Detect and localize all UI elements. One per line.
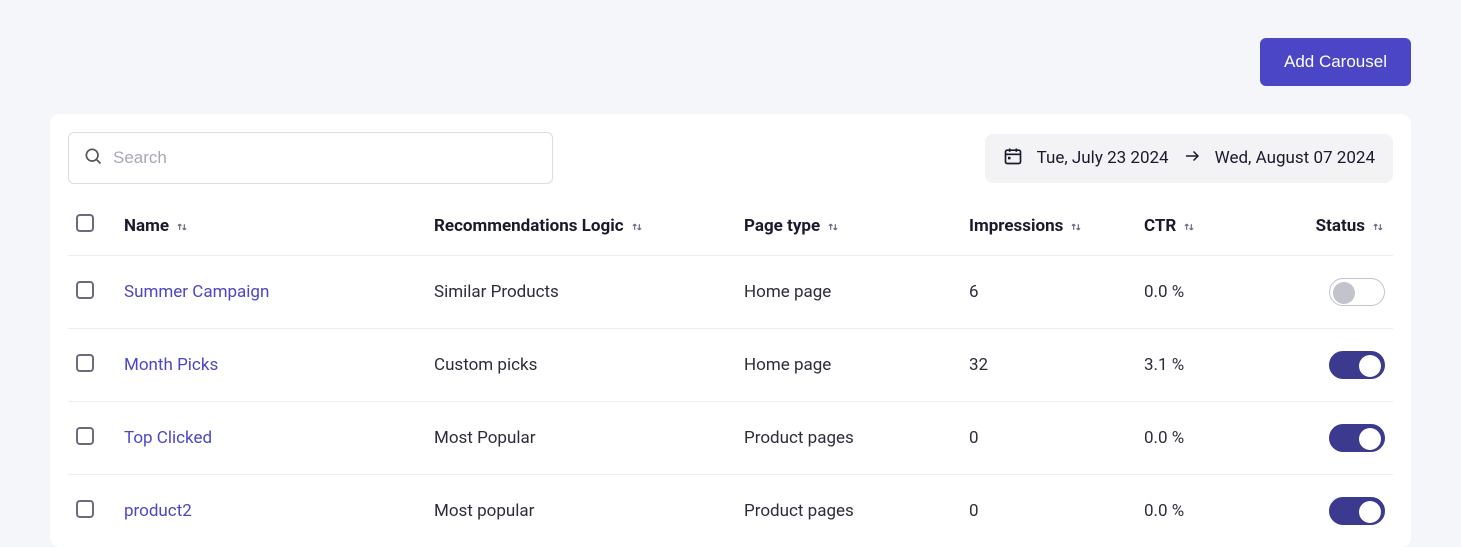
carousel-panel: Tue, July 23 2024 Wed, August 07 2024 <box>50 114 1411 547</box>
column-header-ctr[interactable]: CTR <box>1136 196 1296 256</box>
sort-icon <box>1371 219 1385 233</box>
table-row: Month PicksCustom picksHome page323.1 % <box>68 329 1393 402</box>
date-range-picker[interactable]: Tue, July 23 2024 Wed, August 07 2024 <box>985 134 1393 183</box>
row-checkbox[interactable] <box>76 281 94 299</box>
row-checkbox[interactable] <box>76 354 94 372</box>
status-toggle[interactable] <box>1329 424 1385 452</box>
cell-page-type: Product pages <box>736 402 961 475</box>
row-checkbox[interactable] <box>76 427 94 445</box>
toggle-knob <box>1359 355 1381 377</box>
sort-icon <box>630 219 644 233</box>
column-header-name[interactable]: Name <box>116 196 426 256</box>
carousel-name-link[interactable]: Month Picks <box>116 329 426 402</box>
table-row: Top ClickedMost PopularProduct pages00.0… <box>68 402 1393 475</box>
cell-ctr: 0.0 % <box>1136 256 1296 329</box>
arrow-right-icon <box>1183 147 1201 170</box>
column-label: Name <box>124 216 169 236</box>
cell-page-type: Home page <box>736 256 961 329</box>
cell-ctr: 3.1 % <box>1136 329 1296 402</box>
column-label: Status <box>1316 216 1365 236</box>
sort-icon <box>1182 219 1196 233</box>
cell-page-type: Home page <box>736 329 961 402</box>
search-input[interactable] <box>113 148 538 168</box>
cell-impressions: 6 <box>961 256 1136 329</box>
cell-logic: Most popular <box>426 475 736 547</box>
sort-icon <box>1069 219 1083 233</box>
toggle-knob <box>1359 501 1381 523</box>
table-row: Summer CampaignSimilar ProductsHome page… <box>68 256 1393 329</box>
calendar-icon <box>1003 146 1023 171</box>
select-all-checkbox[interactable] <box>76 214 94 232</box>
column-label: CTR <box>1144 216 1176 236</box>
cell-logic: Similar Products <box>426 256 736 329</box>
toggle-knob <box>1359 428 1381 450</box>
sort-icon <box>826 219 840 233</box>
column-label: Page type <box>744 216 820 236</box>
search-icon <box>83 146 103 170</box>
cell-ctr: 0.0 % <box>1136 402 1296 475</box>
column-header-status[interactable]: Status <box>1296 196 1393 256</box>
cell-impressions: 0 <box>961 475 1136 547</box>
status-toggle[interactable] <box>1329 351 1385 379</box>
date-from: Tue, July 23 2024 <box>1037 148 1169 168</box>
status-toggle[interactable] <box>1329 497 1385 525</box>
column-header-logic[interactable]: Recommendations Logic <box>426 196 736 256</box>
status-toggle[interactable] <box>1329 278 1385 306</box>
date-to: Wed, August 07 2024 <box>1215 148 1375 168</box>
column-label: Recommendations Logic <box>434 216 624 236</box>
cell-logic: Most Popular <box>426 402 736 475</box>
cell-page-type: Product pages <box>736 475 961 547</box>
search-field[interactable] <box>68 132 553 184</box>
cell-impressions: 0 <box>961 402 1136 475</box>
add-carousel-button[interactable]: Add Carousel <box>1260 38 1411 86</box>
carousel-table: Name Recommendations Logic <box>68 196 1393 547</box>
column-header-page[interactable]: Page type <box>736 196 961 256</box>
cell-logic: Custom picks <box>426 329 736 402</box>
column-header-impressions[interactable]: Impressions <box>961 196 1136 256</box>
toggle-knob <box>1333 282 1355 304</box>
sort-icon <box>175 219 189 233</box>
carousel-name-link[interactable]: product2 <box>116 475 426 547</box>
carousel-name-link[interactable]: Summer Campaign <box>116 256 426 329</box>
row-checkbox[interactable] <box>76 500 94 518</box>
column-label: Impressions <box>969 216 1063 236</box>
table-row: product2Most popularProduct pages00.0 % <box>68 475 1393 547</box>
carousel-name-link[interactable]: Top Clicked <box>116 402 426 475</box>
cell-impressions: 32 <box>961 329 1136 402</box>
cell-ctr: 0.0 % <box>1136 475 1296 547</box>
